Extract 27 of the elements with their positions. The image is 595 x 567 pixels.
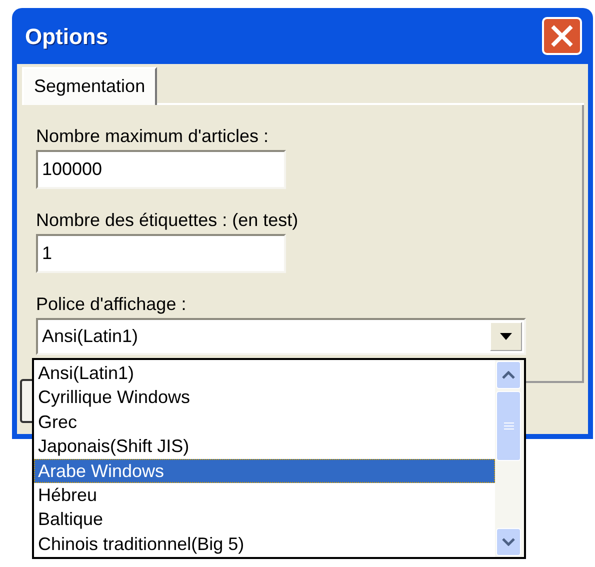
field-label: Nombre des étiquettes : (en test) xyxy=(36,209,300,231)
scroll-up-button[interactable] xyxy=(496,361,521,389)
dropdown-button[interactable] xyxy=(490,322,522,351)
window-title: Options xyxy=(25,22,108,51)
close-button[interactable] xyxy=(542,17,582,55)
dropdown-option[interactable]: Baltique xyxy=(34,507,495,532)
tab[interactable]: Segmentation xyxy=(22,67,158,105)
caret-icon xyxy=(500,333,512,340)
input-field[interactable]: 100000 xyxy=(36,150,286,189)
chevron-down-icon xyxy=(502,538,515,546)
field-label: Nombre maximum d'articles : xyxy=(36,125,270,147)
close-icon xyxy=(551,25,573,47)
scrollbar[interactable] xyxy=(495,360,524,557)
dropdown-option[interactable]: Ansi(Latin1) xyxy=(34,361,495,386)
dropdown-option[interactable]: Arabe Windows xyxy=(34,458,495,484)
field-label: Police d'affichage : xyxy=(36,293,188,315)
dropdown-option[interactable]: Grec xyxy=(34,410,495,434)
dropdown-option[interactable]: Chinois traditionnel(Big 5) xyxy=(34,532,495,556)
scroll-down-button[interactable] xyxy=(496,528,521,556)
dropdown-option[interactable]: Japonais(Shift JIS) xyxy=(34,434,495,459)
chevron-up-icon xyxy=(502,371,515,379)
scroll-thumb[interactable] xyxy=(496,391,521,461)
grip-icon xyxy=(504,422,514,430)
dropdown-option[interactable]: Hébreu xyxy=(34,483,495,508)
dropdown-option[interactable]: Cyrillique Windows xyxy=(34,385,495,410)
dropdown-field[interactable]: Ansi(Latin1) xyxy=(36,318,526,355)
input-field[interactable]: 1 xyxy=(36,234,286,273)
